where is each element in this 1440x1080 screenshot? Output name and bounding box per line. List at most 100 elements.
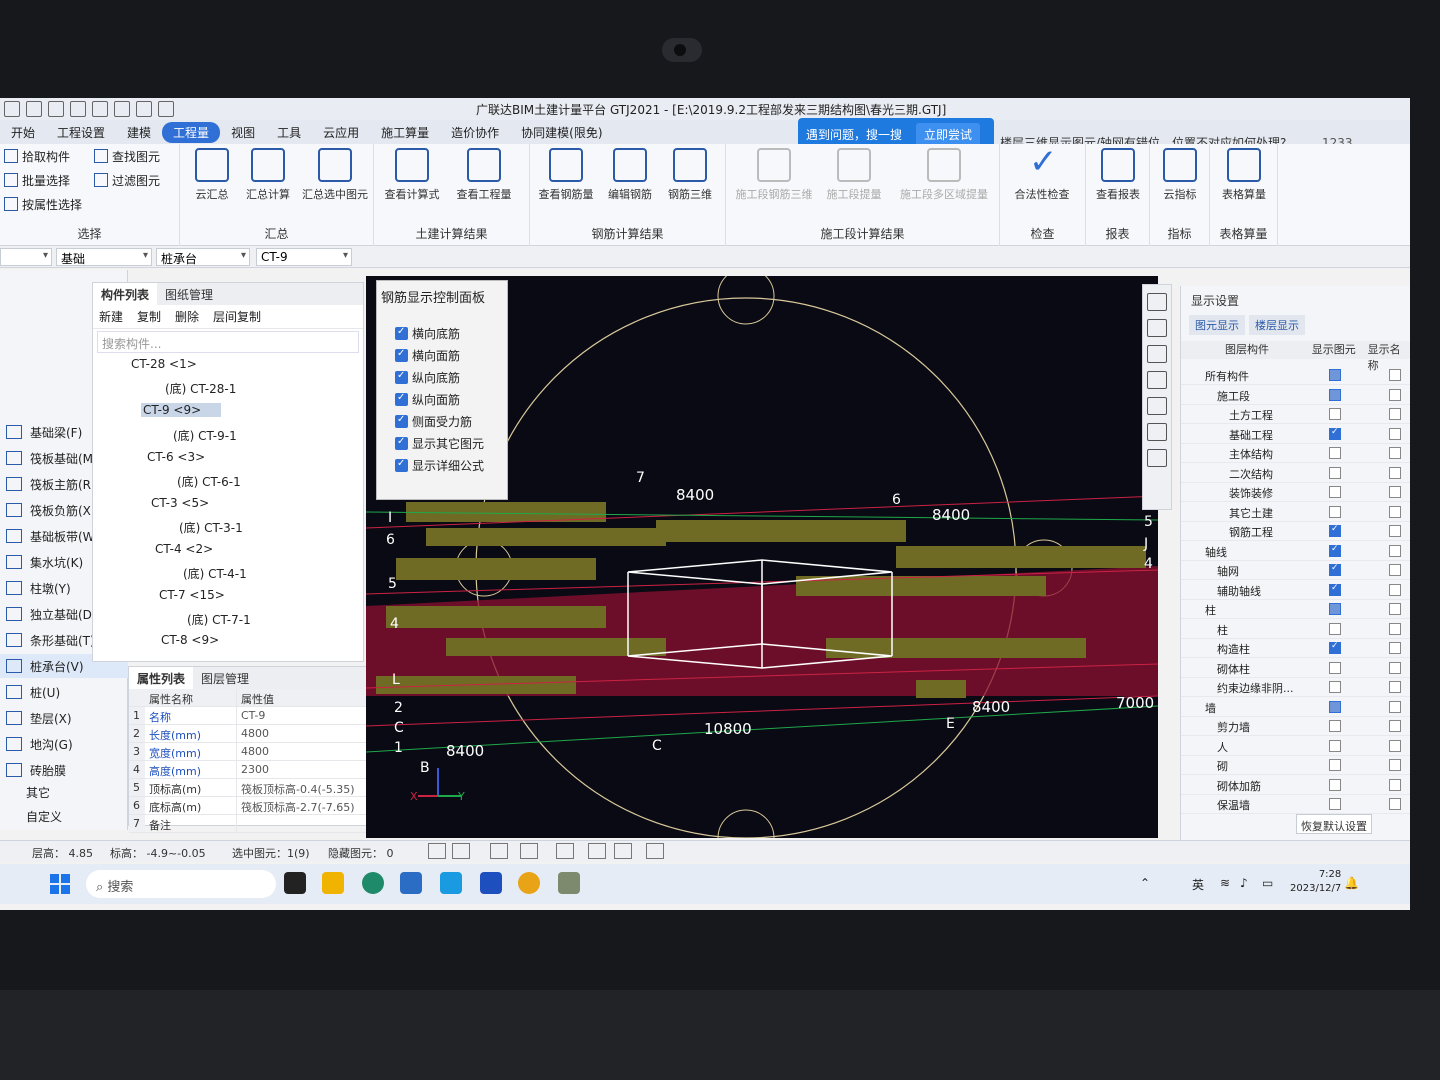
tree-node[interactable]: (底) CT-6-1 — [177, 473, 241, 490]
show-name-checkbox[interactable] — [1389, 466, 1401, 479]
show-name-checkbox[interactable] — [1389, 544, 1401, 557]
show-name-checkbox[interactable] — [1389, 642, 1401, 654]
display-row[interactable]: 人 — [1181, 737, 1410, 756]
delete-component-button[interactable]: 删除 — [175, 308, 199, 325]
property-row[interactable]: 3 宽度(mm) 4800 — [129, 743, 379, 761]
property-row[interactable]: 4 高度(mm) 2300 — [129, 761, 379, 779]
property-value[interactable] — [237, 815, 379, 832]
show-element-checkbox[interactable] — [1329, 798, 1341, 810]
show-name-checkbox[interactable] — [1389, 427, 1401, 440]
select-box-icon[interactable] — [452, 843, 470, 859]
gtj-app-icon[interactable] — [440, 872, 462, 894]
2d-view-icon[interactable] — [1147, 319, 1167, 337]
property-row[interactable]: 5 顶标高(m) 筏板顶标高-0.4(-5.35) — [129, 779, 379, 797]
segment-rebar-3d-button[interactable]: 施工段钢筋三维 — [732, 148, 816, 202]
property-value[interactable]: 2300 — [237, 761, 379, 778]
show-element-checkbox[interactable] — [1329, 486, 1341, 498]
show-element-checkbox[interactable] — [1329, 369, 1341, 381]
menu-start[interactable]: 开始 — [0, 122, 46, 143]
rebar-option[interactable]: 显示详细公式 — [377, 454, 507, 476]
show-name-checkbox[interactable] — [1389, 564, 1401, 576]
display-row[interactable]: 轴网 — [1181, 561, 1410, 580]
menu-tools[interactable]: 工具 — [266, 122, 312, 143]
category-item[interactable]: 砖胎膜 — [0, 758, 128, 782]
segment-quantity-button[interactable]: 施工段提量 — [822, 148, 886, 202]
tab-element-display[interactable]: 图元显示 — [1189, 315, 1245, 335]
filter-element-button[interactable]: 过滤图元 — [94, 172, 160, 189]
checkbox-icon[interactable] — [395, 392, 408, 406]
show-element-checkbox[interactable] — [1329, 447, 1341, 459]
expand-icon[interactable] — [646, 843, 664, 859]
show-name-checkbox[interactable] — [1389, 388, 1401, 401]
redo-icon[interactable] — [92, 101, 108, 117]
show-name-checkbox[interactable] — [1389, 700, 1401, 713]
display-row[interactable]: 柱 — [1181, 620, 1410, 639]
show-element-checkbox[interactable] — [1329, 427, 1341, 440]
tab-drawing-management[interactable]: 图纸管理 — [157, 283, 221, 305]
view-report-button[interactable]: 查看报表 — [1086, 148, 1150, 202]
calculator-icon[interactable] — [558, 872, 580, 894]
display-row[interactable]: 其它土建 — [1181, 503, 1410, 522]
checkbox-icon[interactable] — [395, 458, 408, 472]
menu-cost-collab[interactable]: 造价协作 — [440, 122, 510, 143]
show-name-checkbox[interactable] — [1389, 681, 1401, 693]
show-name-checkbox[interactable] — [1389, 369, 1401, 381]
display-row[interactable]: 基础工程 — [1181, 425, 1410, 444]
tab-layer-management[interactable]: 图层管理 — [193, 667, 257, 689]
tree-node[interactable]: (底) CT-9-1 — [173, 427, 237, 444]
cloud-summary-button[interactable]: 云汇总 — [180, 148, 244, 202]
rebar-option[interactable]: 纵向面筋 — [377, 388, 507, 410]
show-name-checkbox[interactable] — [1389, 739, 1401, 752]
show-element-checkbox[interactable] — [1329, 641, 1341, 654]
display-row[interactable]: 轴线 — [1181, 542, 1410, 561]
property-row[interactable]: 1 名称 CT-9 — [129, 707, 379, 725]
rebar-option[interactable]: 横向底筋 — [377, 322, 507, 344]
edit-rebar-button[interactable]: 编辑钢筋 — [598, 148, 662, 202]
show-element-checkbox[interactable] — [1329, 681, 1341, 693]
zoom-extent-icon[interactable] — [1147, 397, 1167, 415]
show-name-checkbox[interactable] — [1389, 622, 1401, 635]
pick-component-button[interactable]: 拾取构件 — [4, 148, 70, 165]
task-view-icon[interactable] — [284, 872, 306, 894]
tree-node[interactable]: CT-8 <9> — [161, 633, 219, 647]
rebar-3d-button[interactable]: 钢筋三维 — [658, 148, 722, 202]
menu-construction[interactable]: 施工算量 — [370, 122, 440, 143]
display-row[interactable]: 二次结构 — [1181, 464, 1410, 483]
view-rebar-button[interactable]: 查看钢筋量 — [534, 148, 598, 202]
list-view-icon[interactable] — [1147, 449, 1167, 467]
tab-component-list[interactable]: 构件列表 — [93, 283, 158, 305]
grid-icon[interactable] — [136, 101, 152, 117]
table-quantity-button[interactable]: 表格算量 — [1212, 148, 1276, 202]
cad-app-icon[interactable] — [480, 872, 502, 894]
show-name-checkbox[interactable] — [1389, 525, 1401, 537]
display-row[interactable]: 剪力墙 — [1181, 717, 1410, 736]
show-element-checkbox[interactable] — [1329, 759, 1341, 771]
restore-defaults-button[interactable]: 恢复默认设置 — [1296, 814, 1372, 834]
tree-node[interactable]: CT-28 <1> — [131, 357, 197, 371]
orbit-handle-top[interactable] — [717, 276, 775, 325]
cross-icon[interactable] — [490, 843, 508, 859]
validity-check-button[interactable]: 合法性检查 — [1010, 142, 1074, 202]
show-name-checkbox[interactable] — [1389, 661, 1401, 674]
floor-dropdown[interactable] — [0, 248, 52, 266]
store-icon[interactable] — [400, 872, 422, 894]
category-item[interactable]: 其它 — [0, 780, 128, 804]
rebar-option[interactable]: 纵向底筋 — [377, 366, 507, 388]
menu-collab-model[interactable]: 协同建模(限免) — [510, 122, 613, 143]
calc-icon[interactable] — [114, 101, 130, 117]
taskbar-search[interactable]: ⌕ 搜索 — [86, 870, 276, 898]
menu-quantities[interactable]: 工程量 — [162, 121, 221, 143]
summary-calc-button[interactable]: 汇总计算 — [236, 148, 300, 202]
tray-chevron-icon[interactable]: ⌃ — [1140, 876, 1150, 890]
show-element-checkbox[interactable] — [1329, 778, 1341, 791]
tree-node[interactable]: (底) CT-3-1 — [179, 519, 243, 536]
category-dropdown[interactable]: 基础 — [56, 248, 152, 266]
rebar-option[interactable]: 显示其它图元 — [377, 432, 507, 454]
view-quantity-button[interactable]: 查看工程量 — [452, 148, 516, 202]
display-row[interactable]: 墙 — [1181, 698, 1410, 717]
wifi-icon[interactable]: ≋ — [1220, 876, 1230, 890]
notification-bell-icon[interactable]: 🔔 — [1344, 876, 1359, 890]
display-row[interactable]: 保温墙 — [1181, 795, 1410, 814]
show-element-checkbox[interactable] — [1329, 408, 1341, 420]
angle-icon[interactable] — [520, 843, 538, 859]
